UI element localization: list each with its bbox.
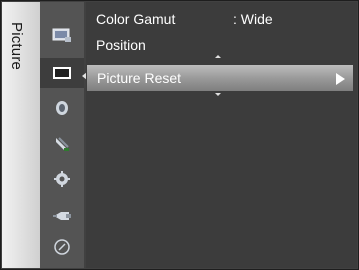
enter-arrow-icon <box>336 73 345 85</box>
sound-icon[interactable] <box>40 93 84 123</box>
support-icon[interactable] <box>40 232 84 262</box>
menu-item-color-gamut[interactable]: Color Gamut : Wide <box>86 6 352 32</box>
channel-satellite-icon[interactable] <box>40 129 84 159</box>
scroll-down-icon <box>215 93 221 96</box>
osd-menu-frame: Picture Color Gamut: Wide Position Pict… <box>0 0 359 270</box>
color-gamut-value: : Wide <box>233 11 273 27</box>
picture-input-icon[interactable] <box>40 20 84 50</box>
picture-tv-icon[interactable] <box>40 58 84 88</box>
color-gamut-label: Color Gamut <box>96 11 176 27</box>
submenu-panel: Color Gamut : Wide Position Picture Rese… <box>86 2 357 268</box>
scroll-up-icon <box>215 55 221 58</box>
category-icon-column <box>40 2 84 268</box>
input-plug-icon[interactable] <box>40 201 84 231</box>
category-label: Picture <box>8 22 25 71</box>
menu-item-picture-reset[interactable]: Picture Reset <box>87 65 353 91</box>
setup-gear-icon[interactable] <box>40 164 84 194</box>
category-side-tab[interactable]: Picture <box>2 2 40 268</box>
picture-reset-label: Picture Reset <box>97 70 182 86</box>
position-label: Position <box>96 37 146 53</box>
